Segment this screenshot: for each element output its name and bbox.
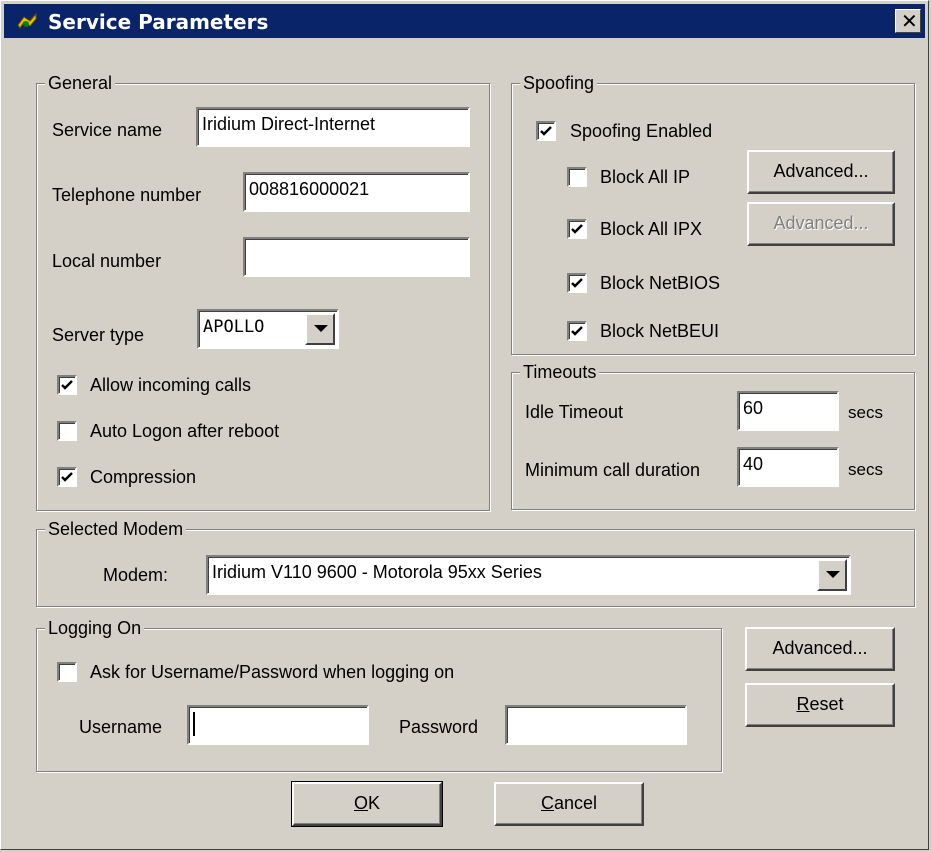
password-label: Password: [399, 717, 479, 737]
text-cursor: [193, 712, 195, 736]
ask-credentials-checkbox[interactable]: [57, 662, 77, 682]
telephone-label: Telephone number: [52, 185, 202, 205]
logging-advanced-button[interactable]: Advanced...: [745, 627, 895, 671]
block-ipx-label[interactable]: Block All IPX: [600, 218, 702, 240]
close-button[interactable]: ✕: [895, 9, 921, 33]
server-type-select[interactable]: APOLLO: [197, 309, 339, 349]
ok-label: K: [368, 793, 381, 813]
check-icon: [540, 126, 552, 136]
block-ip-advanced-button[interactable]: Advanced...: [747, 150, 895, 194]
block-netbeui-checkbox[interactable]: [567, 321, 587, 341]
block-ip-label[interactable]: Block All IP: [600, 166, 690, 188]
modem-label: Modem:: [103, 565, 169, 585]
block-netbios-checkbox[interactable]: [567, 273, 587, 293]
block-ipx-checkbox[interactable]: [567, 219, 587, 239]
logging-on-legend: Logging On: [45, 617, 145, 639]
telephone-input[interactable]: 008816000021: [243, 172, 470, 212]
spoofing-enabled-checkbox[interactable]: [536, 121, 556, 141]
min-call-label: Minimum call duration: [525, 460, 701, 480]
password-input[interactable]: [505, 705, 687, 745]
cancel-label: ancel: [553, 793, 598, 813]
allow-incoming-label[interactable]: Allow incoming calls: [90, 374, 251, 396]
modem-select[interactable]: Iridium V110 9600 - Motorola 95xx Series: [206, 555, 851, 595]
ok-button[interactable]: OK: [291, 781, 443, 827]
check-icon: [571, 278, 583, 288]
check-icon: [61, 380, 73, 390]
server-type-dropdown-button[interactable]: [305, 313, 335, 345]
compression-label[interactable]: Compression: [90, 466, 196, 488]
general-group: General: [36, 72, 490, 511]
username-input[interactable]: [187, 705, 369, 745]
username-label: Username: [79, 717, 163, 737]
reset-button[interactable]: Reset: [745, 683, 895, 727]
ok-accelerator: O: [353, 793, 368, 813]
modem-dropdown-button[interactable]: [817, 559, 847, 591]
modem-value: Iridium V110 9600 - Motorola 95xx Series: [212, 562, 542, 582]
min-call-input[interactable]: 40: [737, 447, 839, 487]
local-number-label: Local number: [52, 251, 162, 271]
logging-on-group: Logging On: [36, 617, 722, 772]
service-name-input[interactable]: Iridium Direct-Internet: [196, 107, 470, 147]
cancel-accelerator: C: [540, 793, 554, 813]
idle-timeout-label: Idle Timeout: [525, 402, 624, 422]
window-title: Service Parameters: [48, 10, 269, 34]
block-ip-checkbox[interactable]: [567, 167, 587, 187]
min-call-unit: secs: [848, 460, 883, 479]
title-bar[interactable]: Service Parameters ✕: [4, 4, 925, 38]
selected-modem-legend: Selected Modem: [45, 518, 187, 540]
block-ipx-advanced-button[interactable]: Advanced...: [747, 202, 895, 246]
service-name-label: Service name: [52, 120, 163, 140]
check-icon: [571, 224, 583, 234]
chevron-down-icon: [826, 571, 840, 578]
idle-timeout-unit: secs: [848, 403, 883, 422]
cancel-button[interactable]: Cancel: [494, 782, 644, 826]
close-icon: ✕: [901, 9, 918, 33]
general-legend: General: [45, 72, 116, 94]
block-netbios-label[interactable]: Block NetBIOS: [600, 272, 720, 294]
idle-timeout-input[interactable]: 60: [737, 391, 839, 431]
spoofing-enabled-label[interactable]: Spoofing Enabled: [570, 120, 712, 142]
ask-credentials-label[interactable]: Ask for Username/Password when logging o…: [90, 661, 454, 683]
timeouts-legend: Timeouts: [520, 361, 600, 383]
reset-label: eset: [809, 694, 844, 714]
block-netbeui-label[interactable]: Block NetBEUI: [600, 320, 719, 342]
timeouts-group: Timeouts: [511, 361, 915, 510]
auto-logon-label[interactable]: Auto Logon after reboot: [90, 420, 279, 442]
server-type-value: APOLLO: [203, 317, 265, 337]
local-number-input[interactable]: [243, 237, 470, 277]
allow-incoming-checkbox[interactable]: [57, 375, 77, 395]
reset-accelerator: R: [796, 694, 810, 714]
check-icon: [61, 472, 73, 482]
auto-logon-checkbox[interactable]: [57, 421, 77, 441]
service-app-icon: [17, 12, 37, 29]
server-type-label: Server type: [52, 325, 145, 345]
check-icon: [571, 326, 583, 336]
chevron-down-icon: [314, 325, 328, 332]
spoofing-legend: Spoofing: [520, 72, 598, 94]
service-parameters-dialog: Service Parameters ✕ General Service nam…: [0, 0, 929, 850]
compression-checkbox[interactable]: [57, 467, 77, 487]
